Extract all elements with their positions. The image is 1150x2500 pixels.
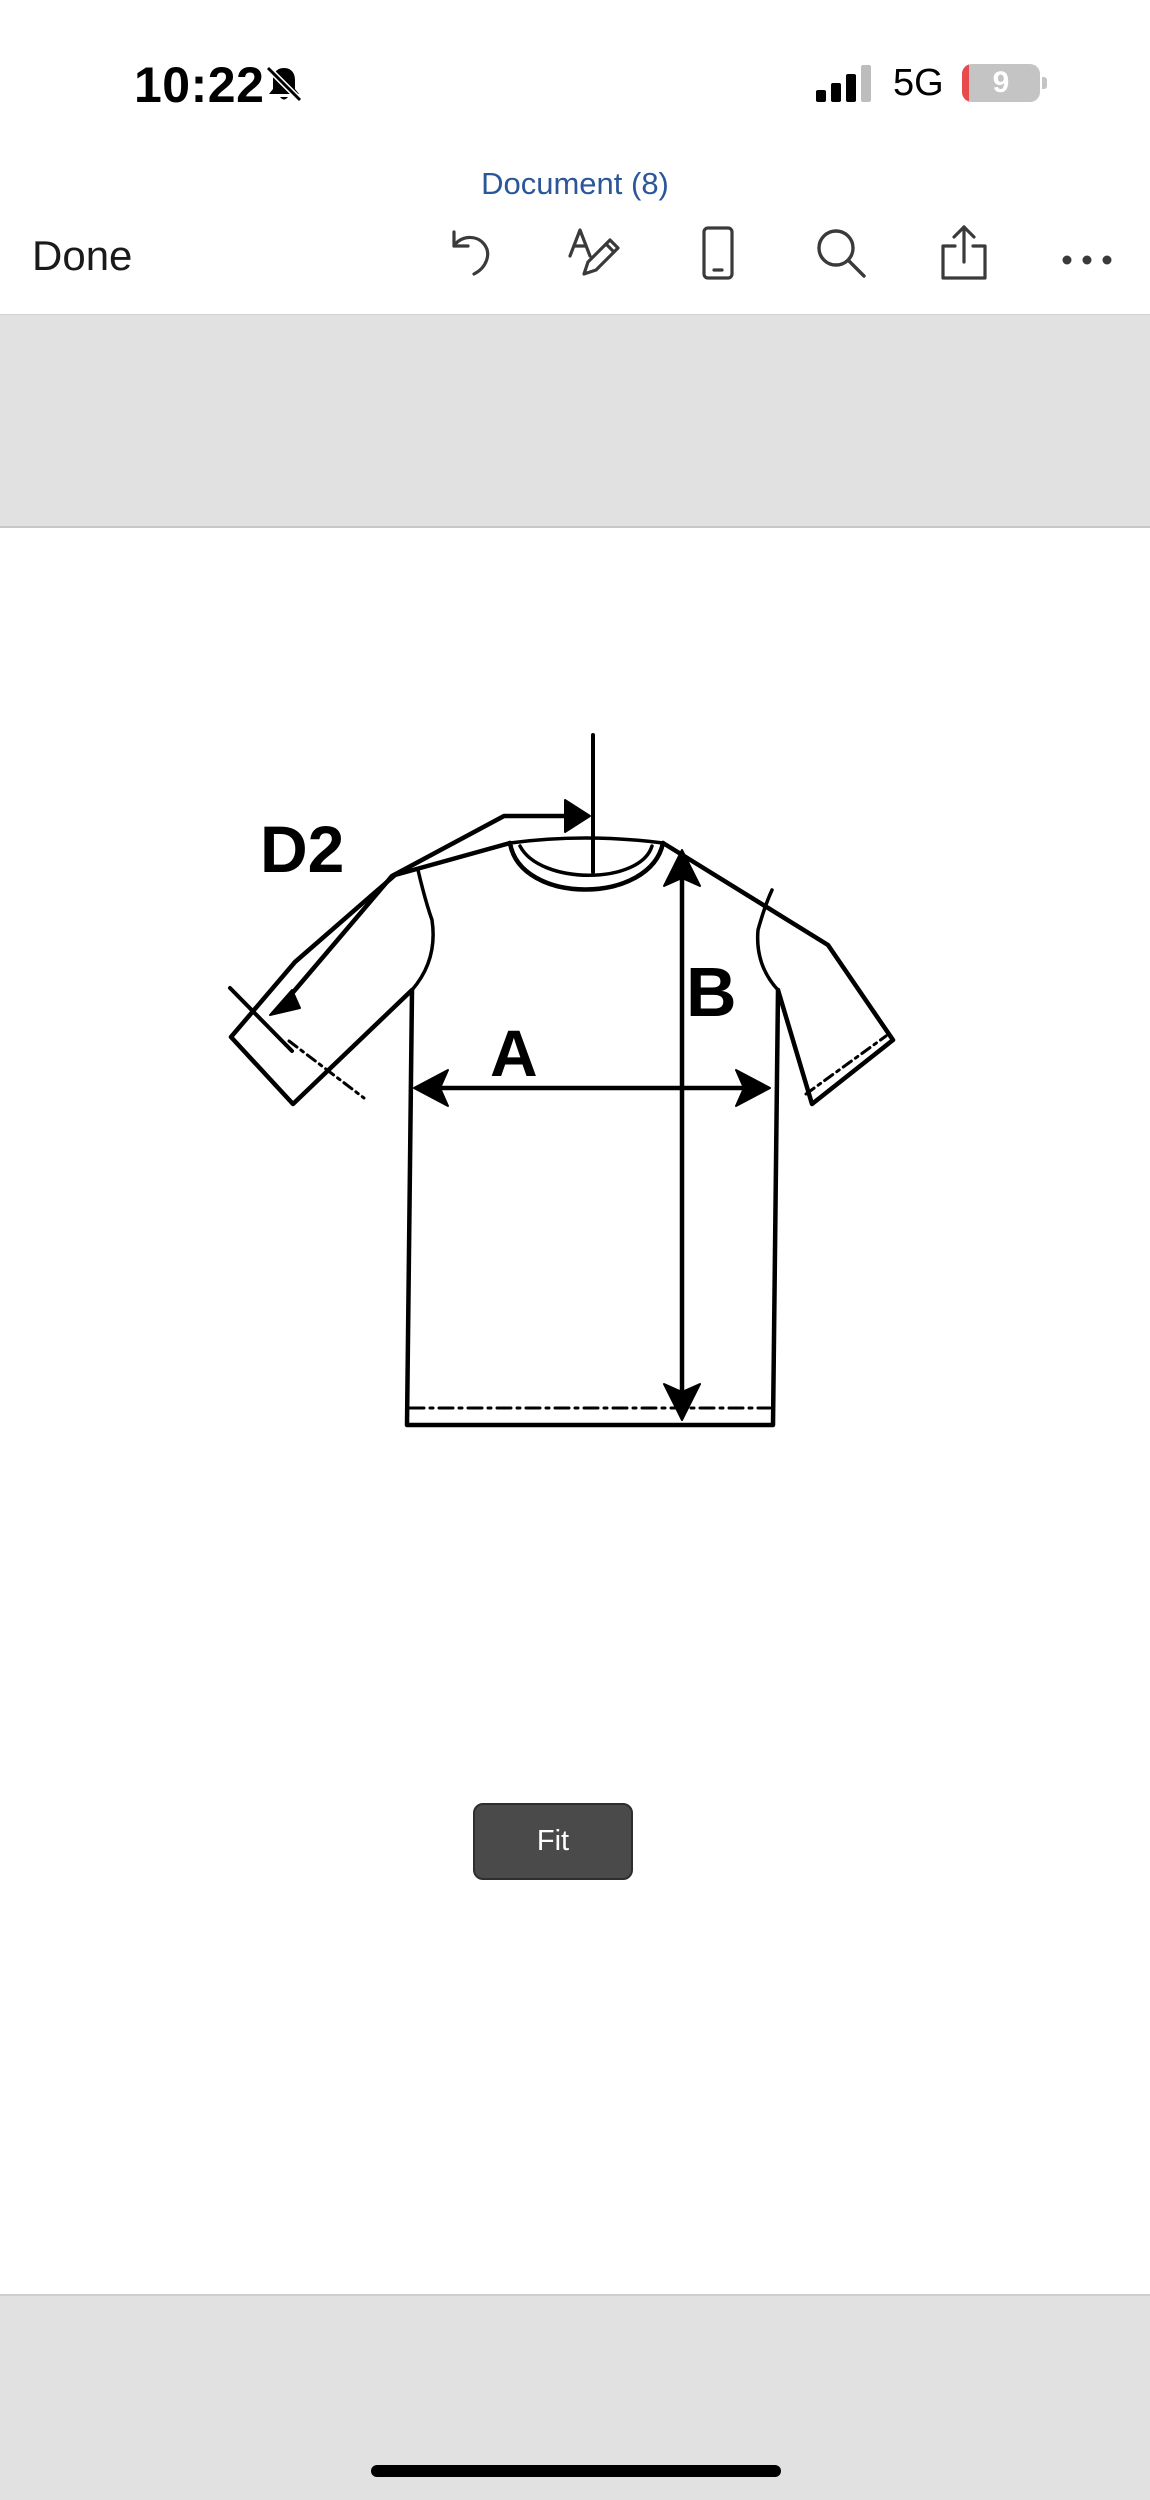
fit-button[interactable]: Fit (473, 1803, 633, 1880)
done-button[interactable]: Done (32, 232, 132, 280)
search-icon (817, 229, 866, 278)
bell-slash-icon (265, 65, 303, 103)
document-title[interactable]: Document (8) (0, 166, 1150, 202)
status-time: 10:22 (134, 57, 265, 113)
undo-button[interactable] (440, 222, 502, 284)
tshirt-measurement-diagram: D2 A B (228, 733, 896, 1428)
shirt-collar (507, 840, 666, 892)
battery-percentage: 9 (992, 66, 1010, 99)
share-button[interactable] (933, 222, 995, 284)
more-button[interactable] (1056, 222, 1118, 284)
label-d2: D2 (260, 812, 344, 886)
shirt-outline (228, 840, 896, 1428)
cellular-signal-icon (816, 65, 871, 102)
more-icon (1062, 255, 1112, 265)
label-a: A (490, 1016, 538, 1090)
right-cuff-stitch (804, 1034, 888, 1096)
share-icon (941, 225, 987, 280)
d2-measure-line (228, 986, 294, 1053)
draw-pen-icon (568, 228, 620, 276)
status-bar: 10:22 5G 9 (0, 0, 1150, 150)
home-indicator[interactable] (371, 2465, 781, 2477)
d2-arrowhead-bottom (269, 989, 301, 1016)
battery-cap (1042, 77, 1047, 89)
mobile-view-icon (702, 226, 734, 280)
draw-button[interactable] (562, 222, 624, 284)
shirt-collar-inner (518, 844, 654, 877)
d2-arrowhead-top (564, 799, 591, 833)
search-button[interactable] (810, 222, 872, 284)
mobile-view-button[interactable] (687, 222, 749, 284)
label-b: B (686, 953, 737, 1031)
battery-icon: 9 (962, 64, 1040, 102)
network-type: 5G (893, 62, 944, 104)
document-margin-top (0, 314, 1150, 528)
undo-icon (452, 230, 490, 276)
